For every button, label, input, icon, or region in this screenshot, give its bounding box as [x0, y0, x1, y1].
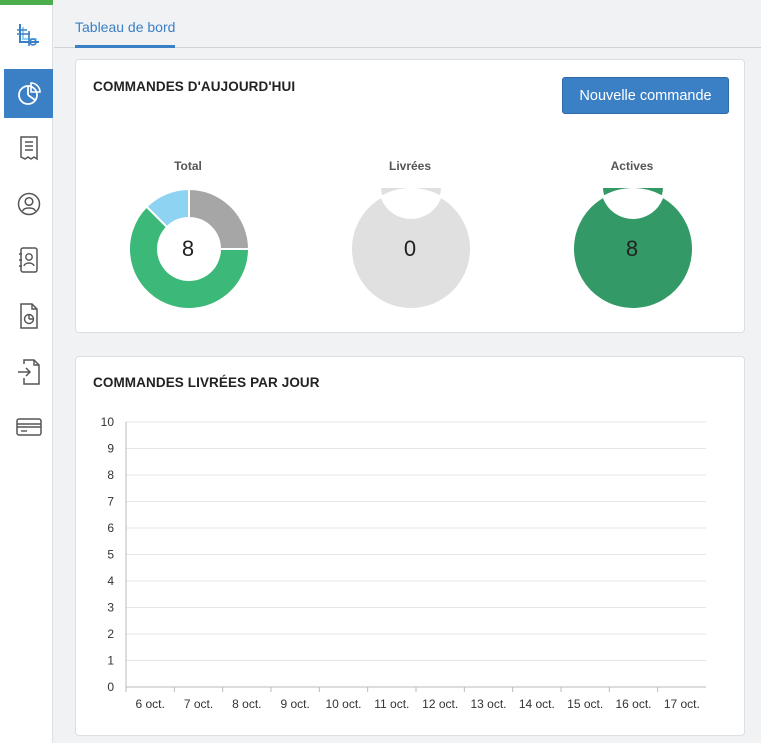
y-tick-label: 8 [107, 468, 114, 482]
x-tick-label: 15 oct. [567, 697, 603, 711]
sidebar-item-billing[interactable] [4, 402, 53, 451]
today-orders-title: COMMANDES D'AUJOURD'HUI [93, 79, 296, 94]
main-content: Tableau de bord COMMANDES D'AUJOURD'HUI … [54, 0, 761, 743]
donut-value-delivered: 0 [403, 236, 417, 261]
sidebar-top-accent [0, 0, 53, 5]
x-tick-label: 11 oct. [374, 697, 409, 711]
x-tick-label: 17 oct. [664, 697, 700, 711]
y-tick-label: 1 [107, 654, 114, 668]
donut-value-active: 8 [625, 236, 639, 261]
y-tick-label: 7 [107, 495, 114, 509]
user-circle-icon [16, 191, 42, 217]
today-orders-card: COMMANDES D'AUJOURD'HUI Nouvelle command… [75, 59, 745, 333]
app-logo-icon[interactable] [4, 10, 53, 59]
sidebar-item-reports[interactable] [4, 291, 53, 340]
donut-label-delivered: Livrées [388, 159, 432, 173]
delivered-per-day-card: COMMANDES LIVRÉES PAR JOUR 0 1 2 3 4 5 6 7 8 9 10 6… [75, 356, 745, 736]
new-order-button[interactable]: Nouvelle commande [562, 77, 729, 114]
x-tick-label: 9 oct. [280, 697, 309, 711]
y-tick-label: 4 [107, 574, 114, 588]
sidebar-item-import[interactable] [4, 347, 53, 396]
sidebar-item-orders[interactable] [4, 123, 53, 172]
y-tick-label: 2 [107, 627, 114, 641]
file-import-icon [16, 358, 42, 386]
y-tick-label: 3 [107, 601, 114, 615]
x-tick-label: 7 oct. [184, 697, 213, 711]
donut-value-total: 8 [181, 236, 195, 261]
x-tick-label: 6 oct. [135, 697, 164, 711]
tab-bar: Tableau de bord [54, 0, 761, 48]
y-tick-label: 9 [107, 442, 114, 456]
sidebar-item-contacts[interactable] [4, 235, 53, 284]
document-chart-icon [17, 302, 41, 330]
sidebar-item-dashboard[interactable] [4, 69, 53, 118]
sidebar-item-users[interactable] [4, 179, 53, 228]
x-tick-label: 16 oct. [615, 697, 651, 711]
tab-dashboard[interactable]: Tableau de bord [75, 19, 176, 48]
pie-chart-icon [16, 81, 42, 107]
y-tick-label: 6 [107, 521, 114, 535]
receipt-icon [17, 135, 41, 161]
x-tick-label: 8 oct. [232, 697, 261, 711]
contact-book-icon [17, 246, 41, 274]
delivered-per-day-chart: 0 1 2 3 4 5 6 7 8 9 10 6 oct. 7 oct. 8 oct. 9 oct. 10 o… [101, 415, 706, 711]
y-tick-label: 10 [101, 415, 115, 429]
x-tick-label: 13 oct. [470, 697, 506, 711]
sidebar [0, 0, 53, 743]
donut-label-active: Actives [610, 159, 654, 173]
donut-label-total: Total [174, 159, 202, 173]
x-tick-label: 12 oct. [422, 697, 458, 711]
y-tick-label: 0 [107, 680, 114, 694]
credit-card-icon [15, 415, 43, 439]
y-tick-label: 5 [107, 548, 114, 562]
x-tick-label: 14 oct. [519, 697, 555, 711]
x-tick-label: 10 oct. [325, 697, 361, 711]
